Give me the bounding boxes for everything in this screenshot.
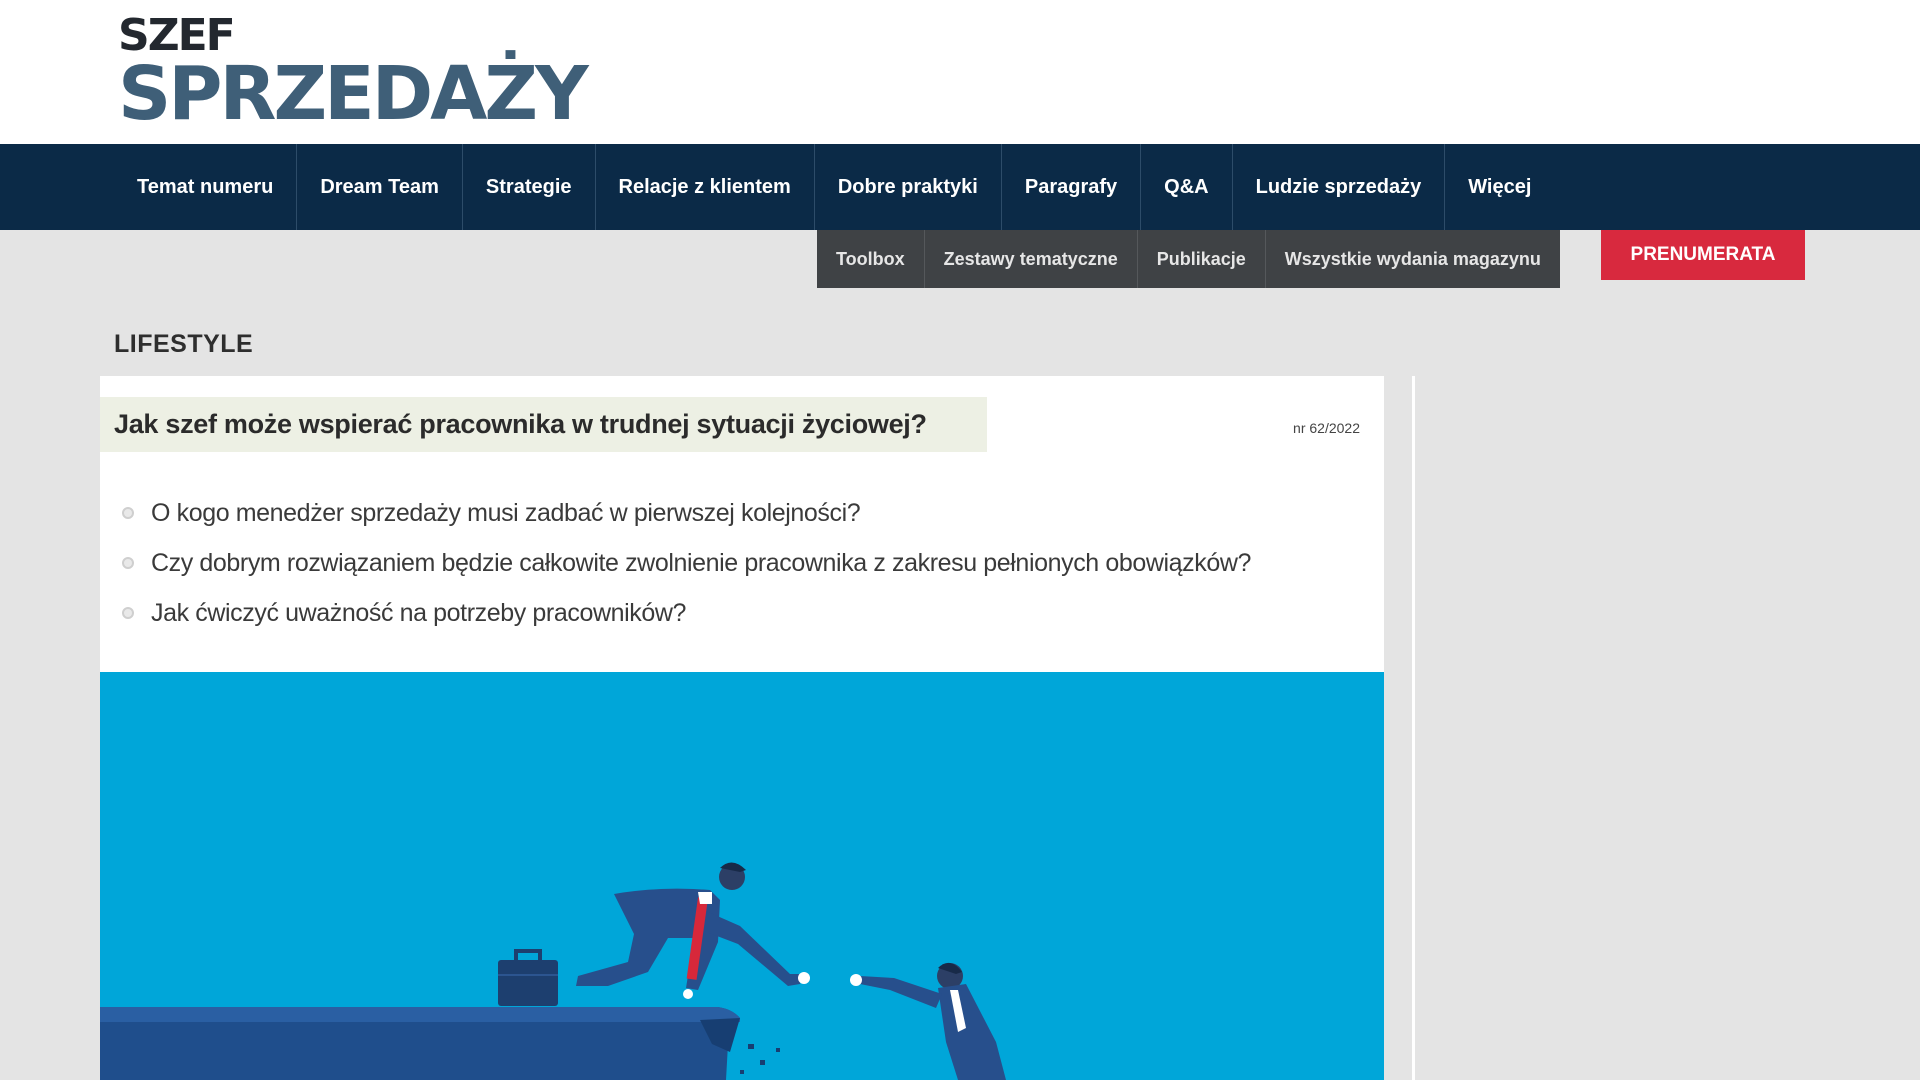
businessmen-helping-hand-illustration <box>100 672 1384 1080</box>
site-header: SZEF SPRZEDAŻY <box>0 0 1920 144</box>
article-hero-illustration <box>100 672 1384 1080</box>
article-lead-list: O kogo menedżer sprzedaży musi zadbać w … <box>122 488 1251 638</box>
bullet-dot-icon <box>122 607 134 619</box>
nav-item-relacje-z-klientem[interactable]: Relacje z klientem <box>596 144 815 230</box>
main-navigation: Temat numeru Dream Team Strategie Relacj… <box>0 144 1920 230</box>
subnav-item-zestawy-tematyczne[interactable]: Zestawy tematyczne <box>925 230 1138 288</box>
subscribe-button[interactable]: PRENUMERATA <box>1601 230 1805 280</box>
list-item: O kogo menedżer sprzedaży musi zadbać w … <box>122 488 1251 538</box>
nav-item-dream-team[interactable]: Dream Team <box>297 144 463 230</box>
section-label[interactable]: LIFESTYLE <box>114 330 253 359</box>
bullet-dot-icon <box>122 507 134 519</box>
article-title[interactable]: Jak szef może wspierać pracownika w trud… <box>114 409 927 440</box>
nav-item-ludzie-sprzedazy[interactable]: Ludzie sprzedaży <box>1233 144 1446 230</box>
site-logo[interactable]: SZEF SPRZEDAŻY <box>118 14 589 137</box>
nav-item-wiecej[interactable]: Więcej <box>1445 144 1554 230</box>
issue-number: nr 62/2022 <box>1293 420 1360 436</box>
secondary-navigation: Toolbox Zestawy tematyczne Publikacje Ws… <box>817 230 1560 288</box>
list-item: Jak ćwiczyć uważność na potrzeby pracown… <box>122 588 1251 638</box>
nav-item-temat-numeru[interactable]: Temat numeru <box>115 144 298 230</box>
subnav-item-wszystkie-wydania[interactable]: Wszystkie wydania magazynu <box>1266 230 1560 288</box>
lead-question: O kogo menedżer sprzedaży musi zadbać w … <box>151 498 861 527</box>
article-title-box: Jak szef może wspierać pracownika w trud… <box>100 397 987 452</box>
lead-question: Czy dobrym rozwiązaniem będzie całkowite… <box>151 548 1252 577</box>
nav-item-qa[interactable]: Q&A <box>1141 144 1233 230</box>
list-item: Czy dobrym rozwiązaniem będzie całkowite… <box>122 538 1251 588</box>
lead-question: Jak ćwiczyć uważność na potrzeby pracown… <box>151 598 687 627</box>
subnav-item-toolbox[interactable]: Toolbox <box>817 230 925 288</box>
nav-item-dobre-praktyki[interactable]: Dobre praktyki <box>815 144 1002 230</box>
article-card: Jak szef może wspierać pracownika w trud… <box>100 376 1384 1080</box>
nav-item-paragrafy[interactable]: Paragrafy <box>1002 144 1142 230</box>
nav-item-strategie[interactable]: Strategie <box>463 144 596 230</box>
sidebar-divider <box>1412 376 1415 1080</box>
logo-line-bottom: SPRZEDAŻY <box>118 51 589 137</box>
bullet-dot-icon <box>122 557 134 569</box>
subnav-item-publikacje[interactable]: Publikacje <box>1138 230 1266 288</box>
